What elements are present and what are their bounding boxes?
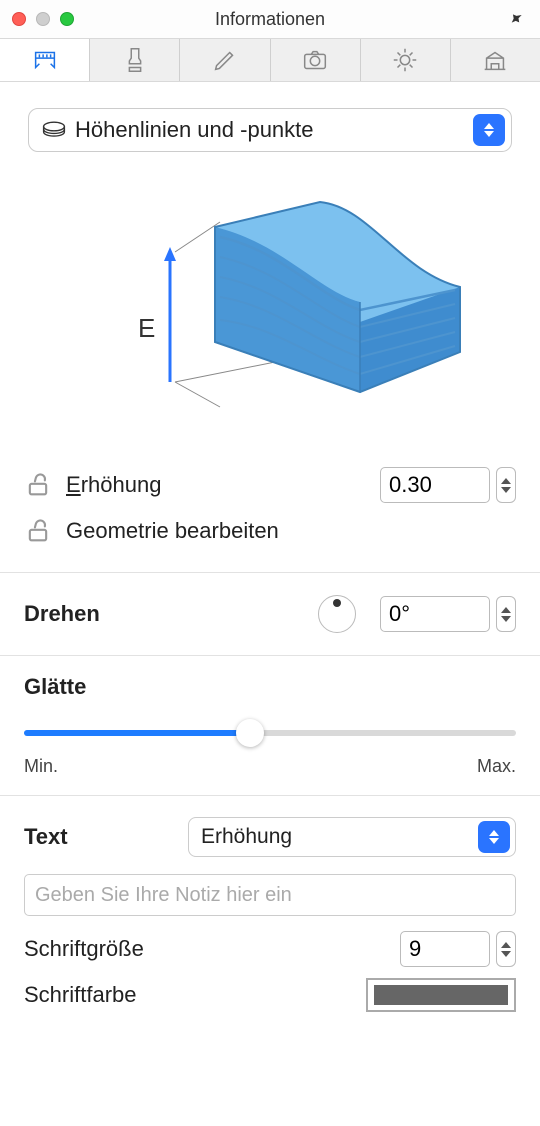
tab-camera[interactable] <box>271 39 361 81</box>
rotate-section: Drehen <box>0 573 540 656</box>
smooth-label: Glätte <box>24 674 516 700</box>
text-type-selected: Erhöhung <box>201 825 478 849</box>
contour-icon <box>41 120 67 140</box>
smooth-section: Glätte Min. Max. <box>0 656 540 796</box>
tab-building[interactable] <box>451 39 540 81</box>
slider-max-label: Max. <box>477 756 516 777</box>
color-swatch <box>374 985 508 1005</box>
edit-geometry-label: Geometrie bearbeiten <box>66 518 516 544</box>
elevation-stepper[interactable] <box>496 467 516 503</box>
edit-geometry-row[interactable]: Geometrie bearbeiten <box>24 508 516 554</box>
font-color-well[interactable] <box>366 978 516 1012</box>
unlock-icon[interactable] <box>24 517 52 545</box>
titlebar: Informationen <box>0 0 540 38</box>
text-type-dropdown[interactable]: Erhöhung <box>188 817 516 857</box>
elevation-section: Erhöhung Geometrie bearbeiten <box>0 444 540 573</box>
smooth-slider[interactable] <box>24 714 516 752</box>
elevation-row: Erhöhung <box>24 462 516 508</box>
slider-thumb[interactable] <box>236 719 264 747</box>
font-size-stepper[interactable] <box>496 931 516 967</box>
rotate-dial[interactable] <box>318 595 356 633</box>
tab-pencil[interactable] <box>180 39 270 81</box>
mode-selector-section: Höhenlinien und -punkte <box>0 90 540 158</box>
dropdown-chevron-icon <box>478 821 510 853</box>
window-title: Informationen <box>0 9 540 30</box>
tab-strip <box>0 38 540 82</box>
text-label: Text <box>24 824 174 850</box>
rotate-label: Drehen <box>24 601 304 627</box>
text-section: Text Erhöhung Schriftgröße Schriftfarbe <box>0 796 540 1036</box>
font-size-label: Schriftgröße <box>24 936 386 962</box>
elevation-label: Erhöhung <box>66 472 366 498</box>
note-input[interactable] <box>24 874 516 916</box>
font-color-label: Schriftfarbe <box>24 982 352 1008</box>
tab-brush[interactable] <box>90 39 180 81</box>
dropdown-chevron-icon <box>473 114 505 146</box>
font-size-input[interactable] <box>400 931 490 967</box>
rotate-input[interactable] <box>380 596 490 632</box>
mode-dropdown-label: Höhenlinien und -punkte <box>75 117 473 143</box>
mode-dropdown[interactable]: Höhenlinien und -punkte <box>28 108 512 152</box>
terrain-illustration: E <box>0 158 540 444</box>
pin-icon[interactable] <box>508 10 526 33</box>
rotate-stepper[interactable] <box>496 596 516 632</box>
tab-measure[interactable] <box>0 39 90 81</box>
tab-sun[interactable] <box>361 39 451 81</box>
elevation-input[interactable] <box>380 467 490 503</box>
axis-label: E <box>138 313 155 343</box>
slider-min-label: Min. <box>24 756 58 777</box>
unlock-icon[interactable] <box>24 471 52 499</box>
